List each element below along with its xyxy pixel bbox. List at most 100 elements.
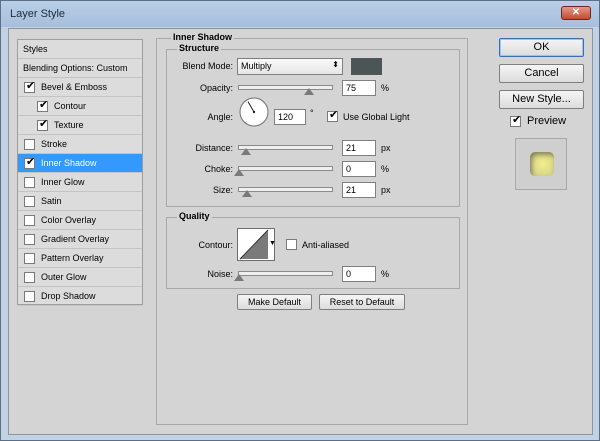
noise-input[interactable]: 0 [342,266,376,282]
angle-unit: ° [310,108,314,118]
style-checkbox[interactable] [24,196,35,207]
style-item-outer-glow[interactable]: Outer Glow [18,268,142,287]
global-light-label: Use Global Light [343,112,410,122]
style-checkbox[interactable] [24,177,35,188]
check-icon: ✔ [39,99,49,111]
anti-aliased-checkbox[interactable] [286,239,297,250]
blend-mode-select[interactable]: Multiply ⬍ [237,58,343,75]
noise-label: Noise: [207,269,233,279]
style-item-bevel-emboss[interactable]: ✔ Bevel & Emboss [18,78,142,97]
style-item-pattern-overlay[interactable]: Pattern Overlay [18,249,142,268]
distance-label: Distance: [195,143,233,153]
style-checkbox[interactable] [24,215,35,226]
make-default-button[interactable]: Make Default [237,294,312,310]
inner-shadow-panel: Inner Shadow Structure Blend Mode: Multi… [156,32,468,425]
angle-label: Angle: [207,112,233,122]
style-checkbox[interactable]: ✔ [37,99,49,112]
check-icon: ✔ [26,156,36,168]
style-checkbox[interactable]: ✔ [24,80,35,93]
contour-curve-icon [239,229,269,260]
ok-button[interactable]: OK [499,38,584,57]
style-item-texture[interactable]: ✔ Texture [18,116,142,135]
styles-list: Styles Blending Options: Custom ✔ Bevel & E… [17,39,143,306]
opacity-unit: % [381,83,390,93]
style-item-color-overlay[interactable]: Color Overlay [18,211,142,230]
style-item-blending-options-custom[interactable]: Blending Options: Custom [18,59,142,78]
style-item-inner-shadow[interactable]: ✔ Inner Shadow [18,154,142,173]
close-icon: ✕ [571,7,581,18]
style-item-label: Drop Shadow [41,291,96,301]
style-preview-thumbnail [515,138,567,190]
style-item-label: Satin [41,196,62,206]
angle-dial[interactable] [239,97,269,127]
contour-dropdown-icon[interactable]: ▼ [269,240,276,247]
blend-mode-label: Blend Mode: [182,61,233,71]
anti-aliased-label: Anti-aliased [302,240,350,250]
style-checkbox[interactable]: ✔ [37,118,49,131]
style-item-satin[interactable]: Satin [18,192,142,211]
style-item-styles[interactable]: Styles [18,40,142,59]
style-item-stroke[interactable]: Stroke [18,135,142,154]
quality-title: Quality [177,211,212,221]
distance-slider[interactable] [238,145,333,155]
slider-thumb[interactable] [242,190,252,197]
distance-unit: px [381,143,391,153]
global-light-checkbox[interactable]: ✔ [327,109,338,122]
angle-input[interactable]: 120 [274,109,306,125]
style-item-label: Color Overlay [41,215,97,225]
panel-title: Inner Shadow [171,32,235,42]
style-item-label: Stroke [41,139,68,149]
choke-slider[interactable] [234,166,333,176]
size-slider[interactable] [238,187,333,197]
slider-thumb[interactable] [234,274,244,281]
blend-mode-value: Multiply [241,61,272,71]
size-label: Size: [212,185,233,195]
choke-unit: % [381,164,390,174]
opacity-slider[interactable] [238,85,333,95]
style-item-label: Gradient Overlay [41,234,110,244]
dialog-body: Styles Blending Options: Custom ✔ Bevel & E… [8,28,593,435]
style-checkbox[interactable] [24,272,35,283]
style-checkbox[interactable] [24,253,35,264]
new-style-button[interactable]: New Style... [499,90,584,109]
shadow-color-swatch[interactable] [351,58,382,75]
contour-picker[interactable]: ▼ [237,228,276,261]
style-item-label: Contour [54,101,87,111]
choke-input[interactable]: 0 [342,161,376,177]
noise-unit: % [381,269,390,279]
cancel-button[interactable]: Cancel [499,64,584,83]
style-item-drop-shadow[interactable]: Drop Shadow [18,287,142,306]
size-input[interactable]: 21 [342,182,376,198]
reset-to-default-button[interactable]: Reset to Default [319,294,405,310]
distance-input[interactable]: 21 [342,140,376,156]
style-checkbox[interactable] [24,291,35,302]
style-item-label: Inner Shadow [41,158,97,168]
opacity-input[interactable]: 75 [342,80,376,96]
style-checkbox[interactable]: ✔ [24,156,36,169]
structure-title: Structure [177,43,222,53]
preview-checkbox[interactable]: ✔ [510,114,522,127]
preview-swatch [530,152,554,176]
style-checkbox[interactable] [24,139,35,150]
style-item-gradient-overlay[interactable]: Gradient Overlay [18,230,142,249]
opacity-label: Opacity: [199,83,233,93]
style-item-label: Outer Glow [41,272,87,282]
style-item-label: Styles [23,44,48,54]
style-item-label: Texture [54,120,84,130]
noise-slider[interactable] [234,271,333,281]
style-item-contour[interactable]: ✔ Contour [18,97,142,116]
check-icon: ✔ [39,118,49,130]
slider-thumb[interactable] [304,88,314,95]
check-icon: ✔ [512,114,522,126]
title-bar[interactable]: Layer Style ✕ [1,1,599,27]
slider-thumb[interactable] [241,148,251,155]
contour-label: Contour: [198,240,233,250]
structure-group: Structure Blend Mode: Multiply ⬍ Opacity… [166,43,460,207]
size-unit: px [381,185,391,195]
close-button[interactable]: ✕ [561,6,591,20]
layer-style-dialog: Layer Style ✕ Styles Blending Options: Cu… [0,0,600,441]
slider-thumb[interactable] [234,169,244,176]
style-item-inner-glow[interactable]: Inner Glow [18,173,142,192]
style-checkbox[interactable] [24,234,35,245]
window-title: Layer Style [10,8,66,20]
